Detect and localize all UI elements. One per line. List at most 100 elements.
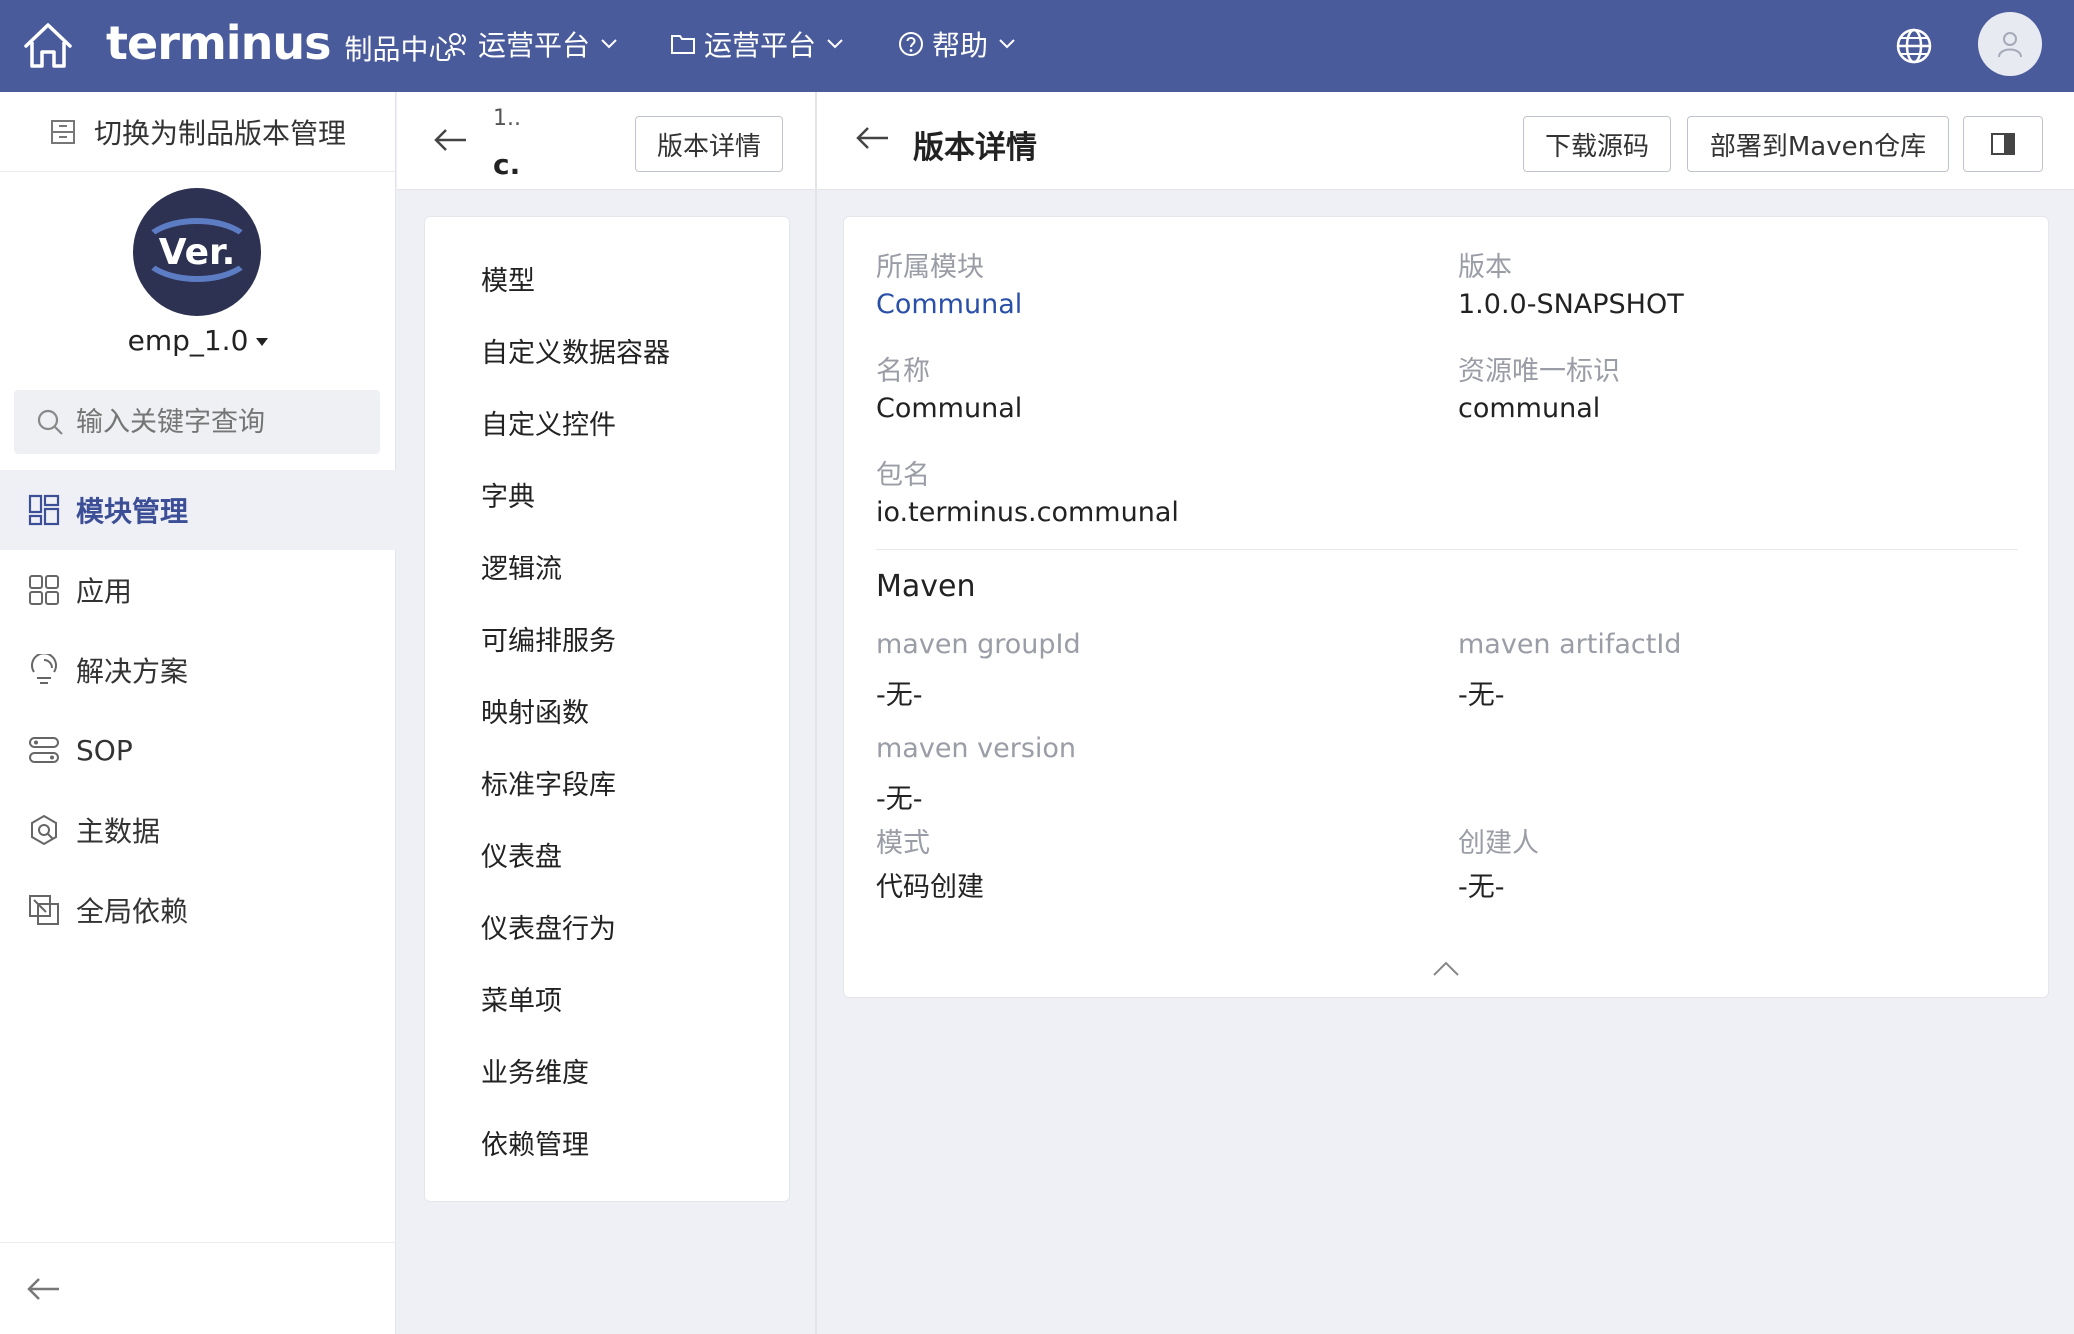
- sidebar-item-sop[interactable]: SOP: [0, 710, 396, 790]
- toggle-panel-button[interactable]: [1963, 116, 2043, 172]
- collapse-sidebar-button[interactable]: [0, 1242, 396, 1334]
- arrow-left-icon[interactable]: [855, 126, 891, 150]
- caret-down-icon: [256, 338, 269, 346]
- list-item-dictionary[interactable]: 字典: [481, 475, 535, 514]
- maven-groupid-label: maven groupId: [876, 629, 1081, 660]
- version-label: 版本: [1458, 252, 1512, 283]
- avatar-text: Ver.: [158, 231, 236, 273]
- resource-type-list: 模型 自定义数据容器 自定义控件 字典 逻辑流 可编排服务 映射函数 标准字段库…: [424, 216, 790, 1202]
- brand-subtitle: 制品中心: [344, 33, 457, 66]
- sidebar-item-master-data[interactable]: 主数据: [0, 790, 396, 870]
- user-icon: [445, 33, 466, 56]
- search-input[interactable]: [76, 406, 356, 438]
- maven-version-label: maven version: [876, 733, 1077, 764]
- name-value: Communal: [876, 393, 1023, 424]
- section-divider: [876, 549, 2018, 550]
- maven-artifactid-value: -无-: [1458, 680, 1505, 711]
- sidebar-menu: 模块管理 应用 解决方案 SOP 主数据 全局依赖: [0, 470, 396, 950]
- list-item-mapping-function[interactable]: 映射函数: [481, 691, 589, 730]
- search-icon: [37, 409, 63, 435]
- search-box: [14, 390, 380, 454]
- folder-icon: [671, 35, 695, 54]
- project-avatar: Ver.: [133, 188, 261, 316]
- brand[interactable]: terminus 制品中心: [106, 16, 456, 70]
- app-grid-icon: [29, 575, 59, 605]
- deploy-maven-button[interactable]: 部署到Maven仓库: [1687, 116, 1949, 172]
- list-item-model[interactable]: 模型: [481, 259, 535, 298]
- list-item-menu-item[interactable]: 菜单项: [481, 979, 562, 1018]
- chevron-down-icon: [999, 39, 1015, 49]
- brand-logo: terminus: [106, 16, 331, 70]
- version-detail-button[interactable]: 版本详情: [635, 116, 783, 172]
- list-item-orchestration-service[interactable]: 可编排服务: [481, 619, 616, 658]
- maven-artifactid-label: maven artifactId: [1458, 629, 1682, 660]
- dependency-icon: [29, 895, 59, 925]
- mode-label: 模式: [876, 828, 930, 859]
- chevron-down-icon: [827, 39, 843, 49]
- creator-value: -无-: [1458, 872, 1505, 903]
- help-icon: [899, 32, 923, 56]
- sidebar-item-apps[interactable]: 应用: [0, 550, 396, 630]
- maven-section-title: Maven: [876, 569, 976, 604]
- maven-version-value: -无-: [876, 784, 923, 815]
- user-icon: [1998, 32, 2022, 58]
- arrow-left-icon[interactable]: [433, 128, 469, 152]
- detail-header: 版本详情 下载源码 部署到Maven仓库: [817, 92, 2074, 190]
- version-value: 1.0.0-SNAPSHOT: [1458, 289, 1684, 320]
- sidebar-item-solutions[interactable]: 解决方案: [0, 630, 396, 710]
- package-value: io.terminus.communal: [876, 497, 1179, 528]
- mode-value: 代码创建: [876, 872, 984, 903]
- project-name: emp_1.0: [127, 324, 249, 357]
- chevron-down-icon: [601, 39, 617, 49]
- project-selector[interactable]: emp_1.0: [0, 324, 396, 357]
- solution-icon: [31, 654, 57, 684]
- nav-operations-platform-1[interactable]: 运营平台: [444, 24, 626, 64]
- switch-label: 切换为制品版本管理: [94, 116, 347, 150]
- module-icon: [28, 494, 60, 526]
- arrow-left-icon: [27, 1277, 59, 1300]
- sidebar-item-label: 主数据: [76, 815, 161, 848]
- sidebar-item-label: 模块管理: [76, 495, 189, 528]
- list-item-logic-flow[interactable]: 逻辑流: [481, 547, 562, 586]
- left-sidebar: 切换为制品版本管理 Ver. emp_1.0 模块管理 应用 解决方案 SOP …: [0, 92, 396, 1334]
- globe-icon[interactable]: [1894, 26, 1934, 66]
- nav-help[interactable]: 帮助: [898, 24, 1024, 64]
- breadcrumb-current: c.: [493, 148, 521, 181]
- nav-label: 帮助: [932, 29, 989, 62]
- panel-divider[interactable]: [815, 92, 817, 1334]
- sop-icon: [29, 737, 59, 763]
- sidebar-item-global-dependency[interactable]: 全局依赖: [0, 870, 396, 950]
- creator-label: 创建人: [1458, 828, 1539, 859]
- breadcrumb-parent: 1..: [493, 106, 521, 131]
- chevron-up-icon[interactable]: [1432, 959, 1460, 977]
- download-source-button[interactable]: 下载源码: [1523, 116, 1671, 172]
- home-icon[interactable]: [20, 18, 76, 74]
- top-navigation-bar: terminus 制品中心 运营平台 运营平台 帮助: [0, 0, 2074, 92]
- maven-groupid-value: -无-: [876, 680, 923, 711]
- resource-id-value: communal: [1458, 393, 1601, 424]
- nav-operations-platform-2[interactable]: 运营平台: [670, 24, 852, 64]
- list-item-business-dimension[interactable]: 业务维度: [481, 1051, 589, 1090]
- sidebar-item-label: 全局依赖: [76, 895, 189, 928]
- nav-label: 运营平台: [478, 29, 591, 62]
- module-link[interactable]: Communal: [876, 289, 1022, 320]
- sidebar-item-label: SOP: [76, 733, 133, 767]
- archive-icon: [51, 119, 75, 144]
- resource-id-label: 资源唯一标识: [1458, 356, 1620, 387]
- side-panel-icon: [1991, 133, 2015, 155]
- switch-to-version-management[interactable]: 切换为制品版本管理: [0, 92, 395, 172]
- list-item-custom-control[interactable]: 自定义控件: [481, 403, 616, 442]
- sidebar-item-module-management[interactable]: 模块管理: [0, 470, 396, 550]
- list-item-dashboard-action[interactable]: 仪表盘行为: [481, 907, 616, 946]
- list-item-dependency-management[interactable]: 依赖管理: [481, 1123, 589, 1162]
- list-item-dashboard[interactable]: 仪表盘: [481, 835, 562, 874]
- nav-label: 运营平台: [704, 29, 817, 62]
- list-item-standard-field-library[interactable]: 标准字段库: [481, 763, 616, 802]
- user-avatar[interactable]: [1978, 12, 2042, 76]
- list-item-custom-data-container[interactable]: 自定义数据容器: [481, 331, 670, 370]
- sidebar-item-label: 应用: [76, 575, 133, 608]
- sidebar-item-label: 解决方案: [76, 655, 189, 688]
- version-detail-card: 所属模块 Communal 版本 1.0.0-SNAPSHOT 名称 Commu…: [843, 216, 2049, 998]
- master-data-icon: [31, 814, 57, 846]
- middle-header: 1.. c. 版本详情: [397, 92, 815, 190]
